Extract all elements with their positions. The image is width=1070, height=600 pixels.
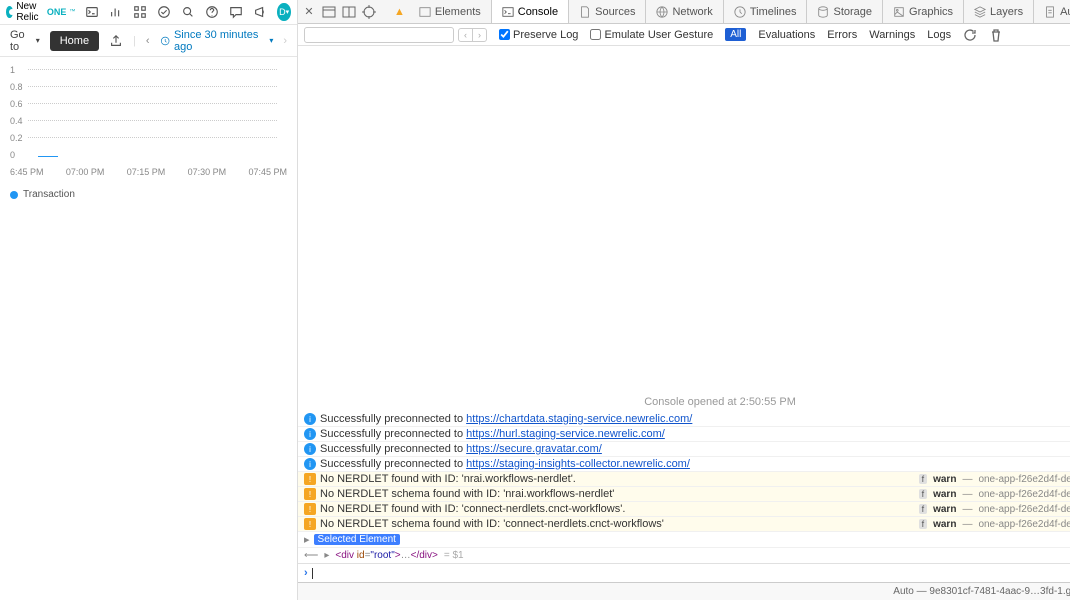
error-indicator-icon[interactable]: ▲ bbox=[394, 6, 405, 18]
search-icon[interactable] bbox=[181, 5, 195, 19]
log-row[interactable]: !No NERDLET schema found with ID: 'nrai.… bbox=[298, 487, 1070, 502]
tab-storage[interactable]: Storage bbox=[807, 0, 883, 23]
brand-text-1: New Relic bbox=[16, 1, 44, 23]
chart-icon[interactable] bbox=[109, 5, 123, 19]
share-icon[interactable] bbox=[109, 34, 123, 48]
info-icon: i bbox=[304, 413, 316, 425]
tab-elements[interactable]: Elements bbox=[409, 0, 492, 23]
tab-graphics[interactable]: Graphics bbox=[883, 0, 964, 23]
console-toolbar: ‹› Preserve Log Emulate User Gesture All… bbox=[298, 24, 1070, 46]
f-badge: f bbox=[919, 474, 928, 484]
target-icon[interactable] bbox=[362, 5, 376, 19]
help-icon[interactable] bbox=[205, 5, 219, 19]
log-row[interactable]: iSuccessfully preconnected to https://st… bbox=[298, 457, 1070, 472]
check-icon[interactable] bbox=[157, 5, 171, 19]
goto-dropdown[interactable]: Go to▾ bbox=[10, 29, 40, 53]
tab-console[interactable]: Console bbox=[492, 0, 569, 23]
legend-dot-icon bbox=[10, 191, 18, 199]
logo-icon bbox=[6, 6, 13, 18]
tab-sources[interactable]: Sources bbox=[569, 0, 646, 23]
filter-evaluations[interactable]: Evaluations bbox=[758, 29, 815, 41]
log-link[interactable]: https://secure.gravatar.com/ bbox=[466, 443, 602, 455]
log-row[interactable]: iSuccessfully preconnected to https://se… bbox=[298, 442, 1070, 457]
console-prompt[interactable]: › bbox=[298, 563, 1070, 582]
tab-network[interactable]: Network bbox=[646, 0, 723, 23]
time-prev-icon[interactable]: ‹ bbox=[146, 35, 150, 47]
f-badge: f bbox=[919, 504, 928, 514]
home-button[interactable]: Home bbox=[50, 31, 99, 51]
dom-row[interactable]: ⟵▸ <div id="root">…</div> = $1 bbox=[298, 548, 1070, 563]
announce-icon[interactable] bbox=[253, 5, 267, 19]
log-row[interactable]: iSuccessfully preconnected to https://ch… bbox=[298, 412, 1070, 427]
status-bar: Auto — 9e8301cf-7481-4aac-9…3fd-1.g0.nr-… bbox=[298, 582, 1070, 600]
warning-icon: ! bbox=[304, 473, 316, 485]
feedback-icon[interactable] bbox=[229, 5, 243, 19]
f-badge: f bbox=[919, 489, 928, 499]
newrelic-logo[interactable]: New Relic ONE ™ bbox=[6, 1, 75, 23]
emulate-gesture-checkbox[interactable]: Emulate User Gesture bbox=[590, 29, 713, 41]
warning-icon: ! bbox=[304, 518, 316, 530]
apps-icon[interactable] bbox=[133, 5, 147, 19]
f-badge: f bbox=[919, 519, 928, 529]
log-link[interactable]: https://hurl.staging-service.newrelic.co… bbox=[466, 428, 665, 440]
brand-text-2: ONE bbox=[47, 7, 67, 17]
tab-layers[interactable]: Layers bbox=[964, 0, 1034, 23]
filter-all[interactable]: All bbox=[725, 28, 746, 41]
log-link[interactable]: https://chartdata.staging-service.newrel… bbox=[466, 413, 692, 425]
clear-icon[interactable] bbox=[989, 28, 1003, 42]
tab-timelines[interactable]: Timelines bbox=[724, 0, 808, 23]
time-range-picker[interactable]: Since 30 minutes ago ▾ bbox=[160, 29, 274, 53]
console-body: Console opened at 2:50:55 PM iSuccessful… bbox=[298, 46, 1070, 582]
dock-bottom-icon[interactable] bbox=[342, 5, 356, 19]
filter-nav[interactable]: ‹› bbox=[458, 28, 487, 42]
transaction-chart[interactable]: 1 0.8 0.6 0.4 0.2 0 bbox=[10, 65, 287, 165]
chart-panel: 1 0.8 0.6 0.4 0.2 0 6:45 PM 07:00 PM 07:… bbox=[0, 57, 297, 600]
tab-audit[interactable]: Audit bbox=[1034, 0, 1070, 23]
selected-element-row[interactable]: ▸ Selected Element bbox=[298, 532, 1070, 548]
newrelic-header: New Relic ONE ™ D▾ bbox=[0, 0, 297, 25]
reload-icon[interactable] bbox=[963, 28, 977, 42]
terminal-icon[interactable] bbox=[85, 5, 99, 19]
dock-side-icon[interactable] bbox=[322, 5, 336, 19]
chart-series-line bbox=[38, 156, 58, 157]
console-filter-input[interactable] bbox=[304, 27, 454, 43]
log-link[interactable]: https://staging-insights-collector.newre… bbox=[466, 458, 690, 470]
log-row[interactable]: !No NERDLET schema found with ID: 'conne… bbox=[298, 517, 1070, 532]
warning-icon: ! bbox=[304, 488, 316, 500]
filter-warnings[interactable]: Warnings bbox=[869, 29, 915, 41]
filter-errors[interactable]: Errors bbox=[827, 29, 857, 41]
avatar[interactable]: D▾ bbox=[277, 3, 291, 21]
close-icon[interactable]: ✕ bbox=[302, 5, 316, 19]
console-opened-at: Console opened at 2:50:55 PM bbox=[644, 396, 796, 408]
filter-logs[interactable]: Logs bbox=[927, 29, 951, 41]
chart-legend[interactable]: Transaction bbox=[10, 185, 287, 204]
log-row[interactable]: !No NERDLET found with ID: 'connect-nerd… bbox=[298, 502, 1070, 517]
info-icon: i bbox=[304, 428, 316, 440]
preserve-log-checkbox[interactable]: Preserve Log bbox=[499, 29, 578, 41]
log-row[interactable]: iSuccessfully preconnected to https://hu… bbox=[298, 427, 1070, 442]
log-row[interactable]: !No NERDLET found with ID: 'nrai.workflo… bbox=[298, 472, 1070, 487]
warning-icon: ! bbox=[304, 503, 316, 515]
info-icon: i bbox=[304, 458, 316, 470]
info-icon: i bbox=[304, 443, 316, 455]
time-next-icon[interactable]: › bbox=[283, 35, 287, 47]
x-axis: 6:45 PM 07:00 PM 07:15 PM 07:30 PM 07:45… bbox=[10, 165, 287, 185]
devtools-tabs: ✕ ▲ Elements Console Sources Network Tim… bbox=[298, 0, 1070, 24]
newrelic-toolbar: Go to▾ Home | ‹ Since 30 minutes ago ▾ › bbox=[0, 25, 297, 57]
